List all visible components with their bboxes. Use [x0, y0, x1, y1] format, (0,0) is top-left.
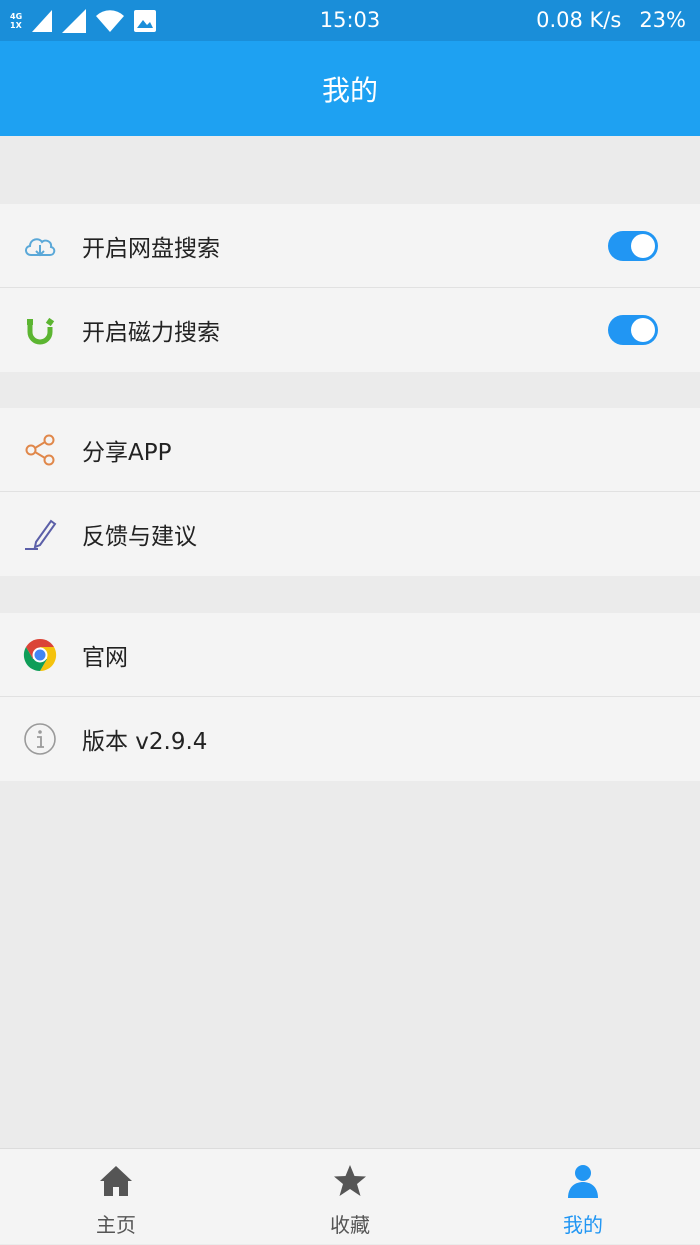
share-icon — [25, 434, 55, 466]
magnet-search-toggle[interactable] — [608, 315, 658, 345]
tab-label: 主页 — [96, 1213, 136, 1237]
settings-group-share: 分享APP 反馈与建议 — [0, 408, 700, 576]
list-item-label: 官网 — [82, 644, 128, 671]
status-right: 0.08 K/s 23% — [536, 8, 686, 32]
home-icon — [100, 1166, 132, 1196]
list-item-feedback[interactable]: 反馈与建议 — [0, 492, 700, 576]
star-icon — [334, 1165, 366, 1196]
list-item-magnet-search[interactable]: 开启磁力搜索 — [0, 288, 700, 372]
network-speed: 0.08 K/s — [536, 8, 622, 32]
tab-label: 我的 — [563, 1213, 603, 1237]
magnet-icon — [27, 317, 55, 345]
list-item-label: 开启网盘搜索 — [82, 235, 220, 262]
list-item-label: 版本 v2.9.4 — [82, 729, 208, 755]
settings-group-search: 开启网盘搜索 开启磁力搜索 — [0, 204, 700, 372]
tab-mine[interactable]: 我的 — [483, 1149, 683, 1245]
person-icon — [568, 1165, 598, 1198]
page-title: 我的 — [321, 73, 378, 107]
list-item-cloud-search[interactable]: 开启网盘搜索 — [0, 204, 700, 288]
info-icon — [24, 723, 56, 755]
list-item-label: 开启磁力搜索 — [82, 320, 220, 346]
status-bar: 4G 1X 15:03 0.08 K/s 23% — [0, 0, 700, 41]
list-item-share-app[interactable]: 分享APP — [0, 408, 700, 492]
tab-favorites[interactable]: 收藏 — [250, 1149, 450, 1245]
toggle-knob — [631, 318, 655, 342]
list-item-label: 分享APP — [82, 439, 172, 466]
cloud-search-toggle[interactable] — [608, 231, 658, 261]
pencil-icon — [25, 519, 57, 550]
tab-label: 收藏 — [330, 1213, 370, 1237]
toggle-knob — [631, 234, 655, 258]
chrome-icon — [23, 638, 57, 672]
bottom-navigation: 主页 收藏 我的 — [0, 1148, 700, 1244]
battery-level: 23% — [639, 8, 686, 32]
list-item-website[interactable]: 官网 — [0, 613, 700, 697]
cloud-download-icon — [25, 238, 56, 257]
list-item-version[interactable]: 版本 v2.9.4 — [0, 697, 700, 781]
page-title-bar: 我的 — [0, 41, 700, 136]
settings-group-about: 官网 版本 v2.9.4 — [0, 613, 700, 781]
list-item-label: 反馈与建议 — [82, 524, 197, 550]
tab-home[interactable]: 主页 — [16, 1149, 216, 1245]
